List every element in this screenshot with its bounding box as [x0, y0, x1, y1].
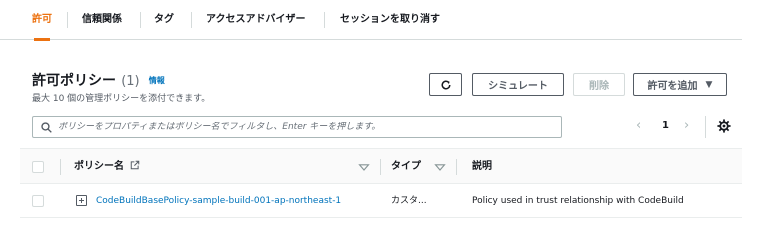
permissions-policies-panel: 許可ポリシー (1) 情報 最大 10 個の管理ポリシーを添付できます。 シミュ… [20, 60, 742, 226]
policy-description: Policy used in trust relationship with C… [472, 196, 684, 206]
simulate-button[interactable]: シミュレート [472, 73, 564, 96]
caret-down-icon: ▼ [705, 79, 713, 90]
column-header-policy-name[interactable]: ポリシー名 [74, 149, 140, 185]
add-permissions-button[interactable]: 許可を追加 ▼ [633, 73, 727, 96]
panel-description: 最大 10 個の管理ポリシーを添付できます。 [32, 94, 211, 104]
external-link-icon [131, 160, 140, 170]
policy-type: カスタ... [391, 196, 427, 206]
delete-button[interactable]: 削除 [573, 73, 625, 96]
tab-revoke-sessions[interactable]: セッションを取り消す [326, 0, 454, 40]
tab-permissions[interactable]: 許可 [20, 0, 64, 41]
sort-caret-icon[interactable] [358, 161, 370, 173]
tab-bar: 許可 信頼関係 タグ アクセスアドバイザー セッションを取り消す [0, 0, 742, 41]
column-policy-name-label: ポリシー名 [74, 161, 124, 172]
table-row: CodeBuildBasePolicy-sample-build-001-ap-… [20, 184, 742, 218]
pager-divider [705, 116, 706, 138]
refresh-icon [441, 79, 450, 89]
tab-trust-relationships[interactable]: 信頼関係 [68, 0, 136, 40]
tab-tags[interactable]: タグ [140, 0, 188, 40]
panel-header: 許可ポリシー (1) 情報 [32, 70, 165, 90]
policy-name-link[interactable]: CodeBuildBasePolicy-sample-build-001-ap-… [96, 184, 341, 218]
gear-icon[interactable] [717, 119, 731, 133]
column-divider [60, 159, 61, 175]
current-page-number[interactable]: 1 [662, 120, 669, 131]
column-divider [380, 159, 381, 175]
tab-divider [324, 12, 325, 28]
row-checkbox[interactable] [32, 195, 44, 207]
search-input[interactable] [58, 122, 548, 132]
info-link[interactable]: 情報 [149, 76, 165, 85]
select-all-checkbox[interactable] [32, 161, 44, 173]
policy-count: (1) [121, 74, 140, 89]
column-divider [456, 159, 457, 175]
panel-title: 許可ポリシー [32, 73, 116, 89]
refresh-button[interactable] [429, 73, 462, 96]
add-permissions-label: 許可を追加 [647, 81, 698, 92]
expand-row-icon[interactable] [76, 195, 87, 206]
table-header: ポリシー名 タイプ 説明 [20, 148, 742, 184]
search-bar [32, 116, 562, 138]
tab-access-advisor[interactable]: アクセスアドバイザー [192, 0, 320, 40]
previous-page-icon[interactable]: ‹ [636, 118, 641, 133]
next-page-icon[interactable]: › [684, 118, 689, 133]
column-header-description: 説明 [472, 161, 492, 172]
search-icon [41, 121, 52, 133]
sort-caret-icon[interactable] [434, 161, 446, 173]
column-header-type[interactable]: タイプ [391, 149, 421, 185]
